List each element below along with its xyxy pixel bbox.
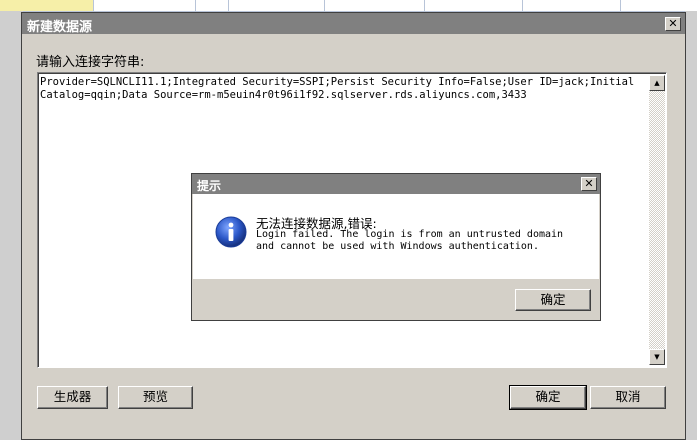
preview-button[interactable]: 预览 (118, 386, 193, 409)
info-icon (215, 216, 247, 248)
arrow-up-icon: ▲ (654, 79, 660, 87)
arrow-down-icon: ▼ (654, 353, 660, 361)
message-box-body: 无法连接数据源,错误: Login failed. The login is f… (193, 194, 599, 279)
message-box-titlebar[interactable]: 提示 ✕ (192, 174, 600, 194)
message-box-title: 提示 (197, 179, 222, 193)
dialog-titlebar[interactable]: 新建数据源 ✕ (22, 13, 685, 35)
scroll-up-button[interactable]: ▲ (649, 75, 665, 91)
connection-string-value[interactable]: Provider=SQLNCLI11.1;Integrated Security… (40, 76, 644, 102)
dialog-close-button[interactable]: ✕ (665, 17, 681, 31)
close-icon: ✕ (584, 177, 594, 190)
error-message-box: 提示 ✕ 无法连接数据源,错误: Login failed. The login… (191, 173, 601, 321)
background-panel-left (0, 11, 23, 440)
generator-button[interactable]: 生成器 (37, 386, 108, 409)
error-message-detail: Login failed. The login is from an untru… (256, 229, 564, 252)
message-ok-button[interactable]: 确定 (515, 289, 591, 311)
close-icon: ✕ (668, 17, 678, 30)
ok-button[interactable]: 确定 (509, 385, 587, 410)
connection-string-label: 请输入连接字符串: (36, 55, 145, 70)
vertical-scrollbar[interactable]: ▲ ▼ (649, 75, 665, 365)
background-panel-right (685, 11, 697, 440)
cancel-button[interactable]: 取消 (590, 386, 666, 409)
background-spreadsheet-header (0, 0, 697, 12)
dialog-title: 新建数据源 (27, 20, 93, 35)
scroll-down-button[interactable]: ▼ (649, 349, 665, 365)
message-box-close-button[interactable]: ✕ (581, 177, 597, 191)
